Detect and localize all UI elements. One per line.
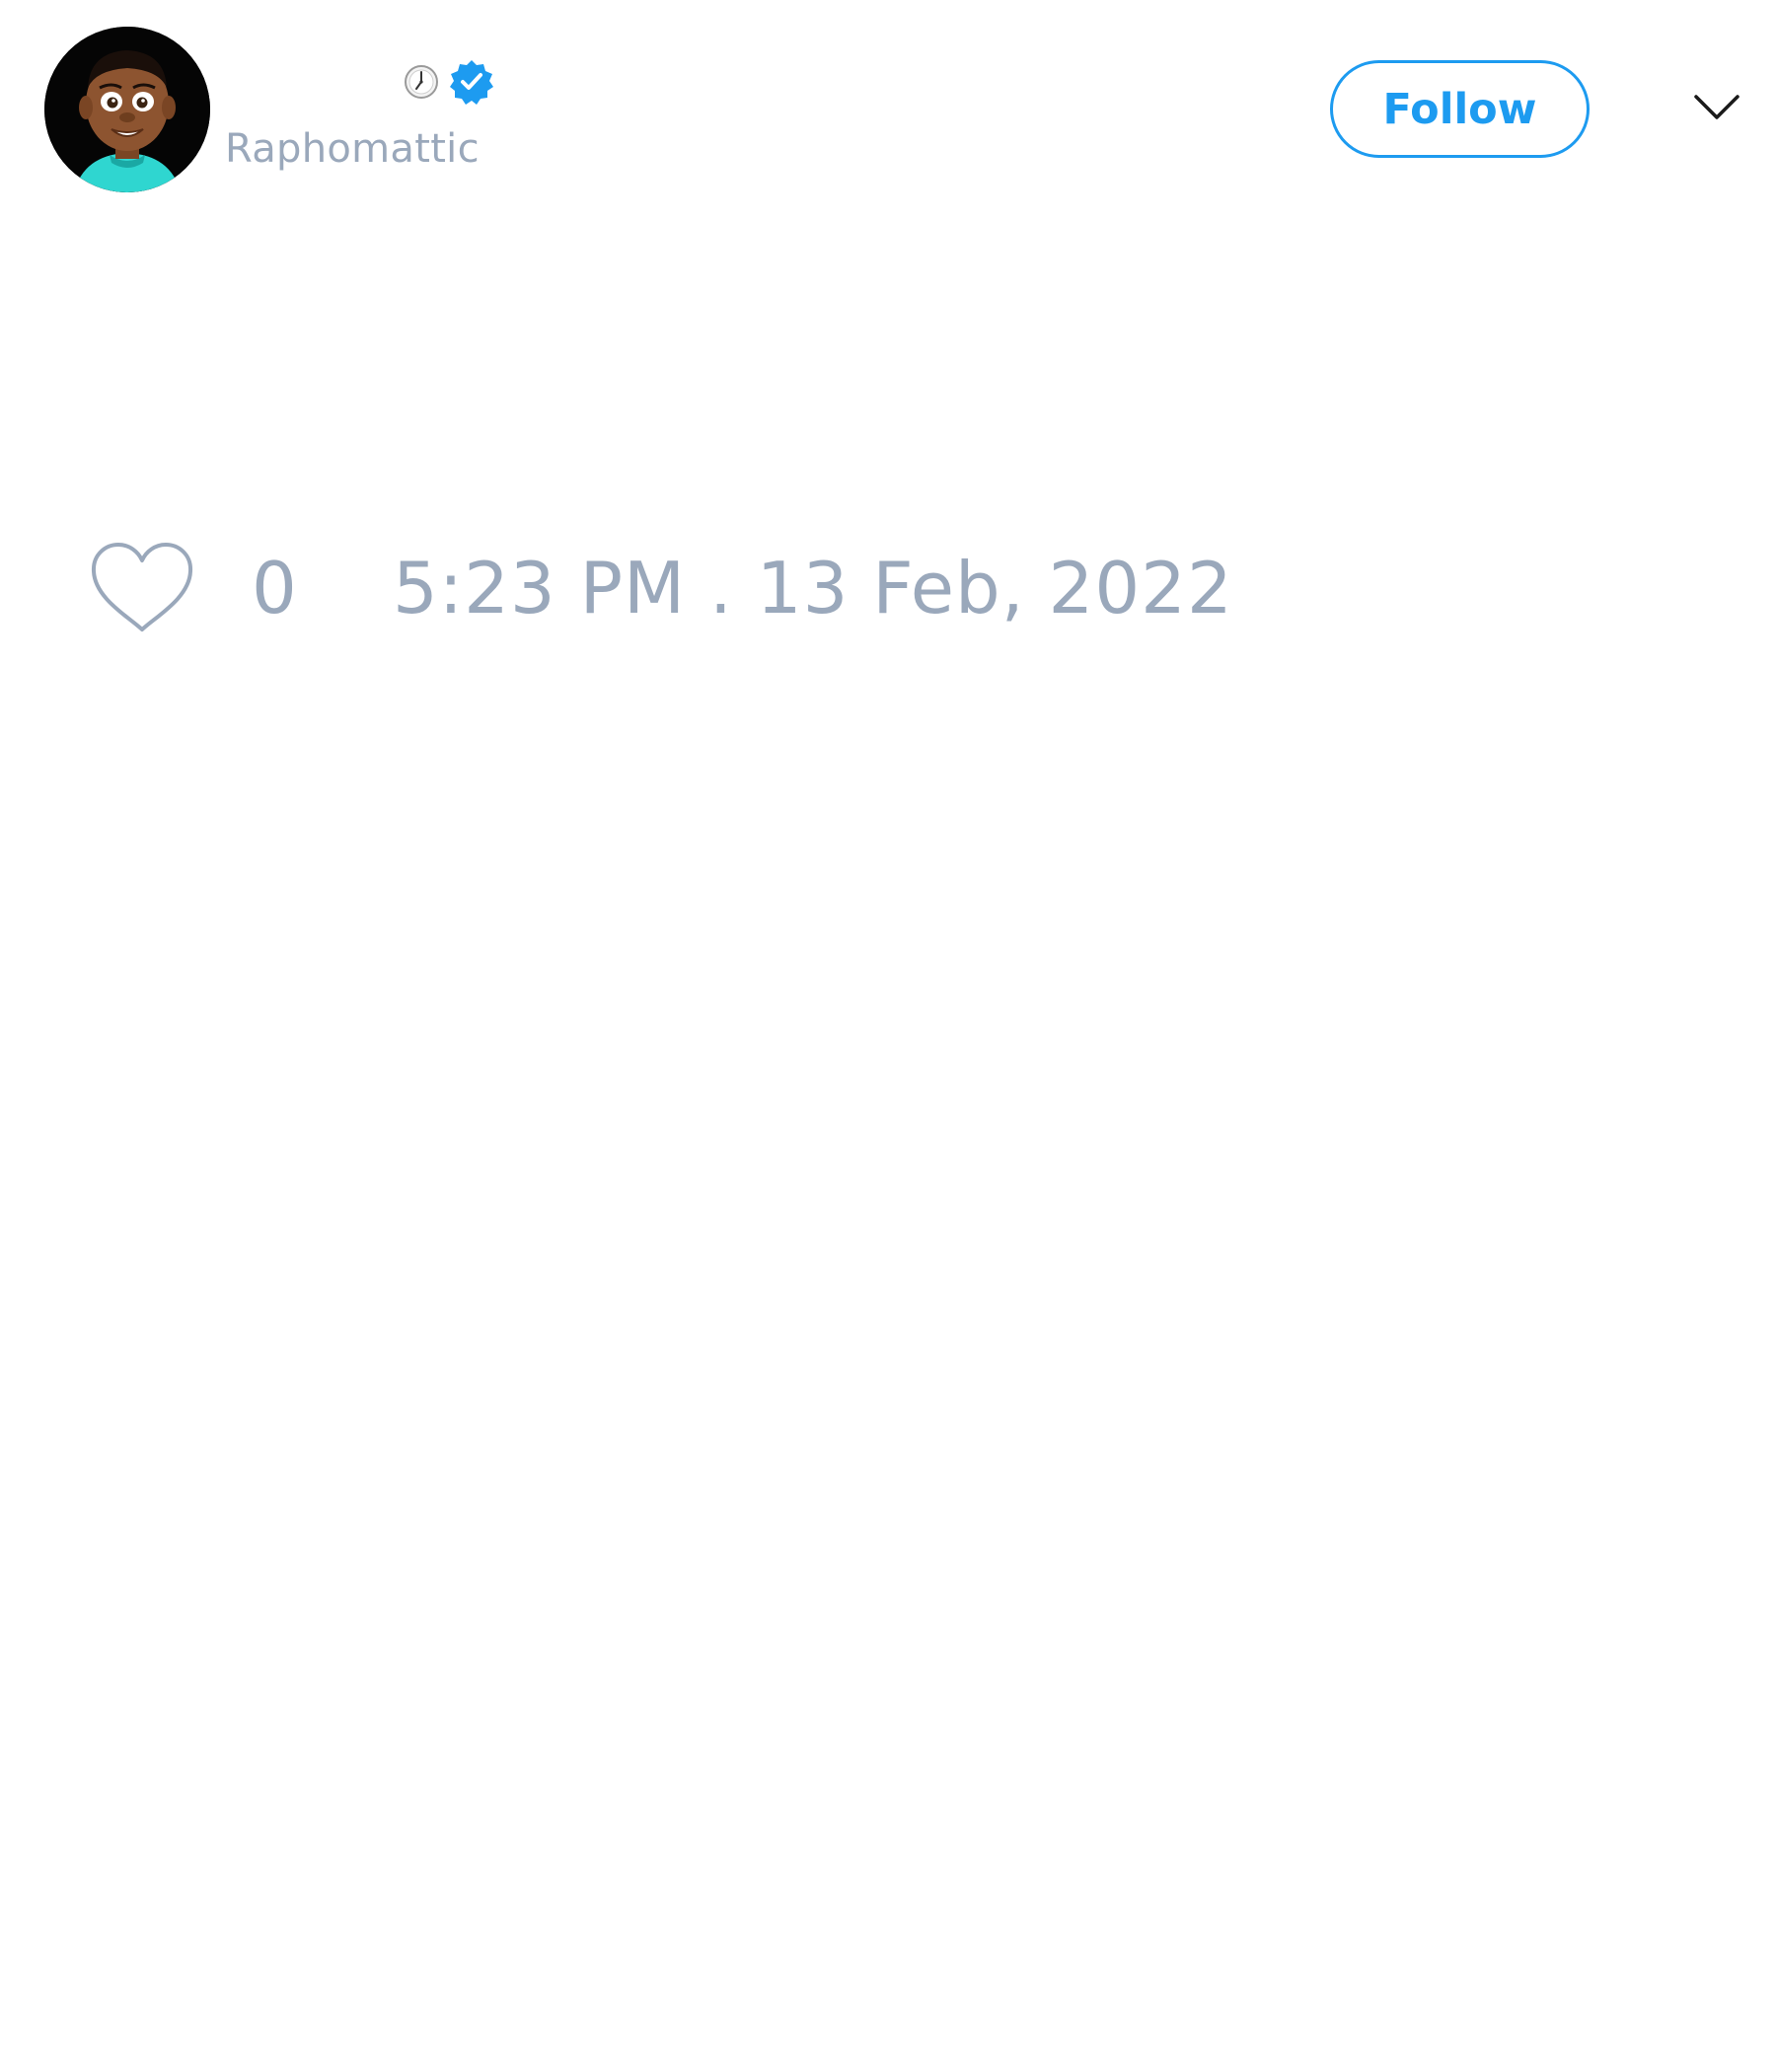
avatar-image	[44, 27, 210, 192]
heart-icon[interactable]	[89, 541, 195, 635]
author-name-row	[395, 57, 495, 107]
avatar[interactable]	[44, 27, 210, 192]
verified-badge-icon	[448, 58, 495, 106]
author-handle[interactable]: Raphomattic	[225, 126, 480, 172]
tweet-timestamp[interactable]: 5:23 PM . 13 Feb, 2022	[393, 549, 1233, 628]
follow-button[interactable]: Follow	[1330, 60, 1590, 158]
like-count: 0	[252, 547, 297, 629]
clock-icon	[403, 63, 440, 101]
chevron-down-icon[interactable]	[1693, 93, 1740, 122]
